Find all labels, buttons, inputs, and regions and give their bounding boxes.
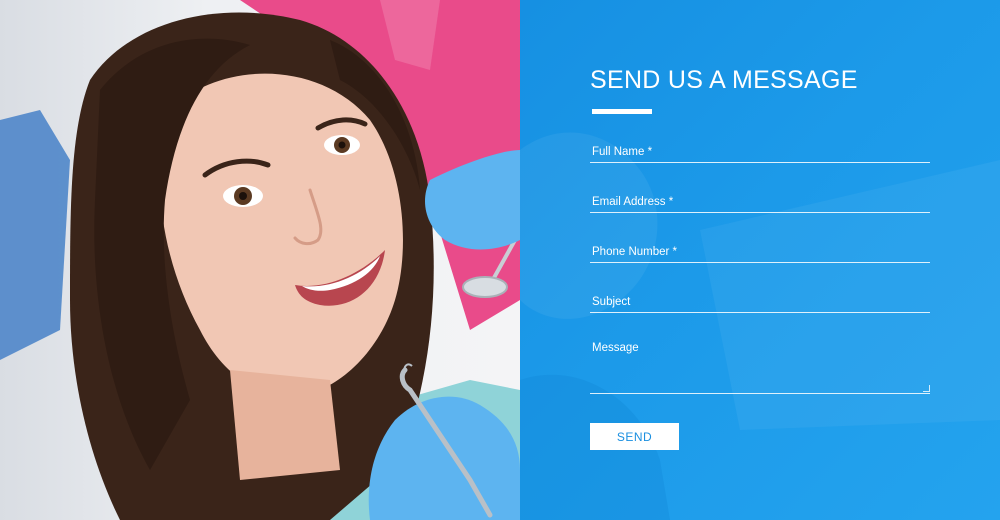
send-button[interactable]: SEND	[590, 423, 679, 450]
message-textarea[interactable]	[590, 340, 930, 393]
subject-field	[590, 291, 930, 313]
full-name-input[interactable]	[590, 141, 930, 162]
form-title: SEND US A MESSAGE	[590, 66, 858, 94]
subject-input[interactable]	[590, 291, 930, 312]
title-underline	[592, 109, 652, 114]
message-field	[590, 340, 930, 394]
contact-panel: SEND US A MESSAGE SEND	[520, 0, 1000, 520]
email-field	[590, 191, 930, 213]
phone-field	[590, 241, 930, 263]
hero-photo	[0, 0, 520, 520]
full-name-field	[590, 141, 930, 163]
email-input[interactable]	[590, 191, 930, 212]
patient-illustration	[0, 0, 520, 520]
phone-input[interactable]	[590, 241, 930, 262]
resize-grip-icon[interactable]	[923, 385, 930, 392]
